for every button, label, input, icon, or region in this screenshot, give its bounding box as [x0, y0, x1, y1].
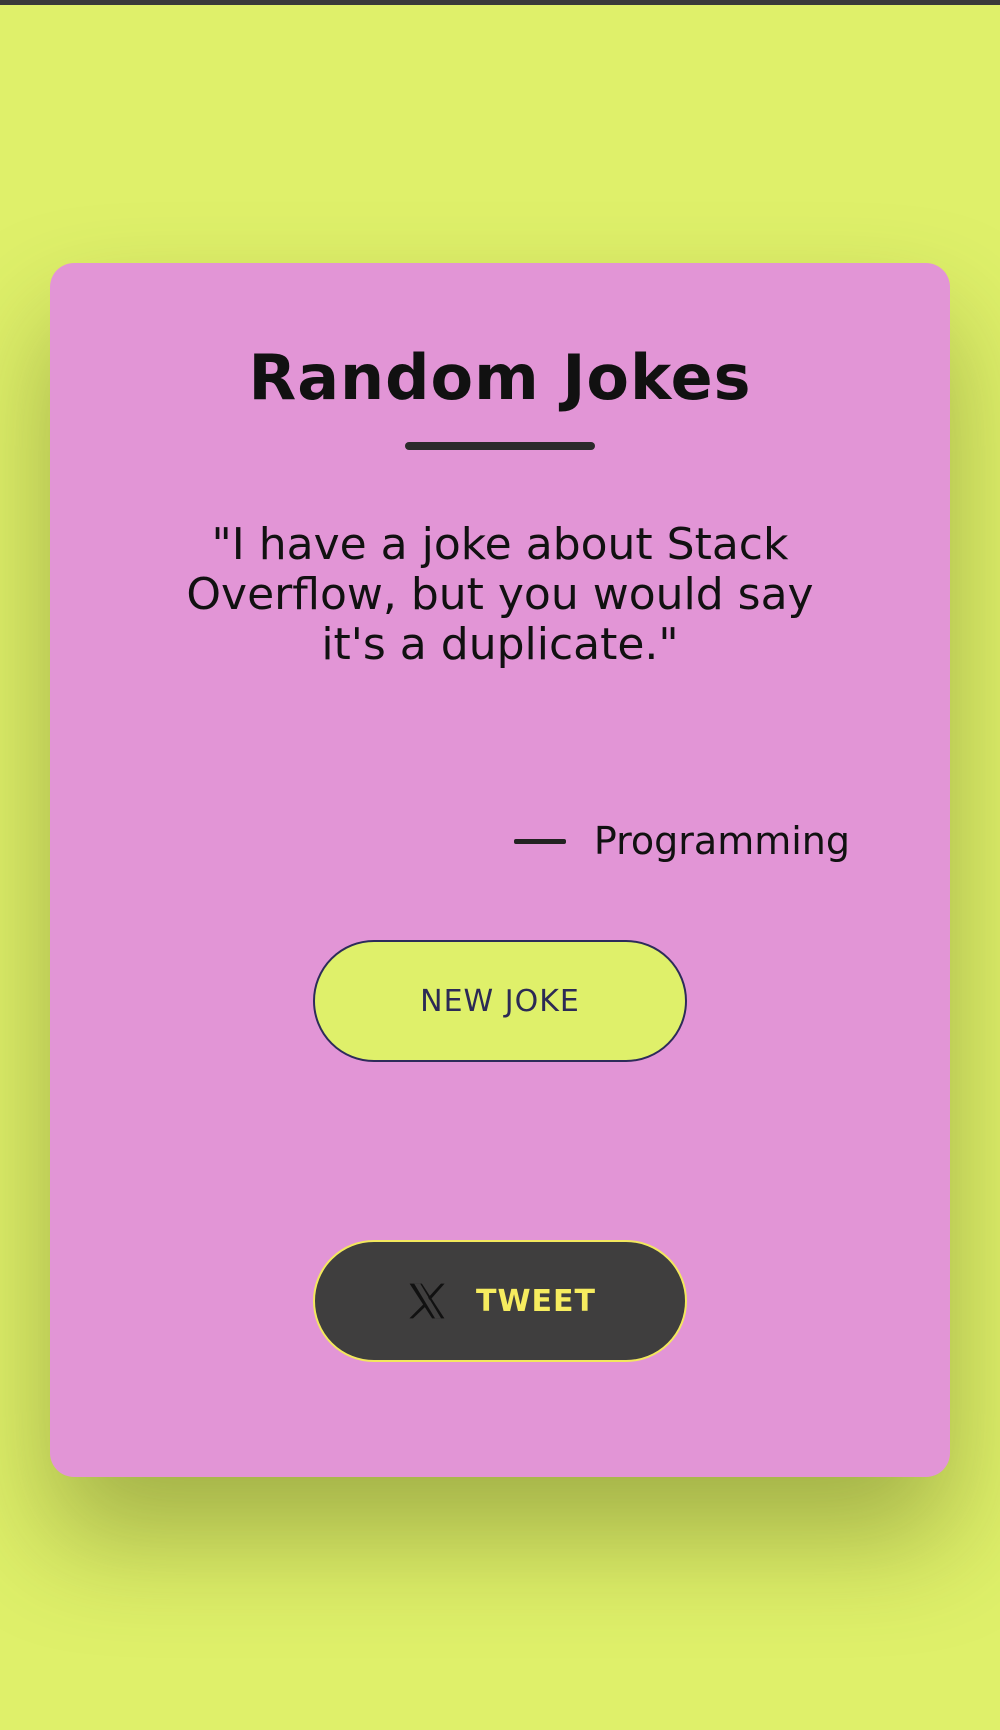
joke-category-row: Programming [513, 819, 850, 863]
new-joke-button[interactable]: NEW JOKE [313, 940, 687, 1062]
new-joke-button-label: NEW JOKE [420, 983, 580, 1019]
browser-top-bar [0, 0, 1000, 5]
category-dash [513, 838, 566, 844]
x-logo-icon [404, 1279, 450, 1323]
tweet-button[interactable]: TWEET [313, 1240, 687, 1362]
joke-text: "I have a joke about Stack Overflow, but… [186, 519, 814, 670]
page-title: Random Jokes [248, 341, 752, 414]
joke-category: Programming [593, 819, 850, 863]
tweet-button-label: TWEET [475, 1283, 596, 1319]
joke-card: Random Jokes "I have a joke about Stack … [50, 263, 950, 1477]
title-underline [405, 442, 595, 450]
